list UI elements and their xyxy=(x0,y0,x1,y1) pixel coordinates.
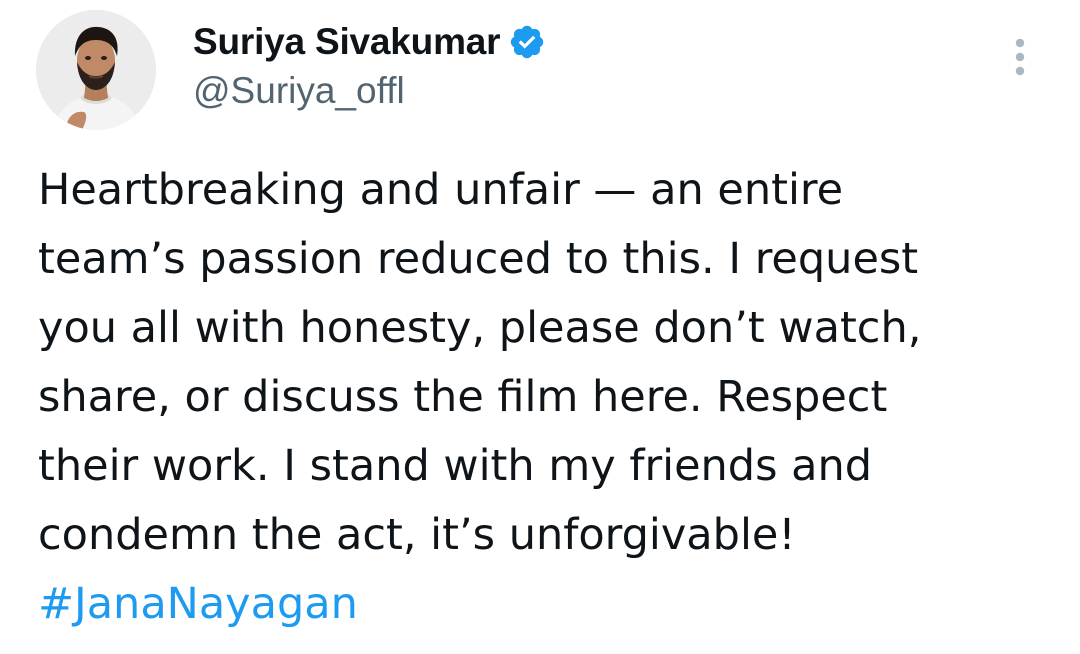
more-options-button[interactable] xyxy=(1000,32,1040,82)
more-vertical-icon xyxy=(1015,38,1025,76)
hashtag-link[interactable]: #JanaNayagan xyxy=(38,579,358,629)
author-name-row: Suriya Sivakumar xyxy=(193,20,546,64)
verified-badge-icon[interactable] xyxy=(508,23,546,61)
author-avatar[interactable] xyxy=(36,10,156,130)
author-handle[interactable]: @Suriya_offl xyxy=(193,70,405,112)
tweet-text-line: you all with honesty, please don’t watch… xyxy=(38,303,922,353)
tweet-text-line: share, or discuss the film here. Respect xyxy=(38,372,888,422)
tweet-text-line: condemn the act, it’s unforgivable! xyxy=(38,510,796,560)
author-display-name[interactable]: Suriya Sivakumar xyxy=(193,21,501,63)
tweet-text-line: Heartbreaking and unfair — an entire xyxy=(38,165,844,215)
tweet-card: Suriya Sivakumar @Suriya_offl Heartbreak… xyxy=(0,0,1080,654)
avatar-photo-icon xyxy=(36,10,156,130)
tweet-text-line: their work. I stand with my friends and xyxy=(38,441,873,491)
tweet-text-line: team’s passion reduced to this. I reques… xyxy=(38,234,919,284)
tweet-text: Heartbreaking and unfair — an entire tea… xyxy=(38,156,1068,639)
